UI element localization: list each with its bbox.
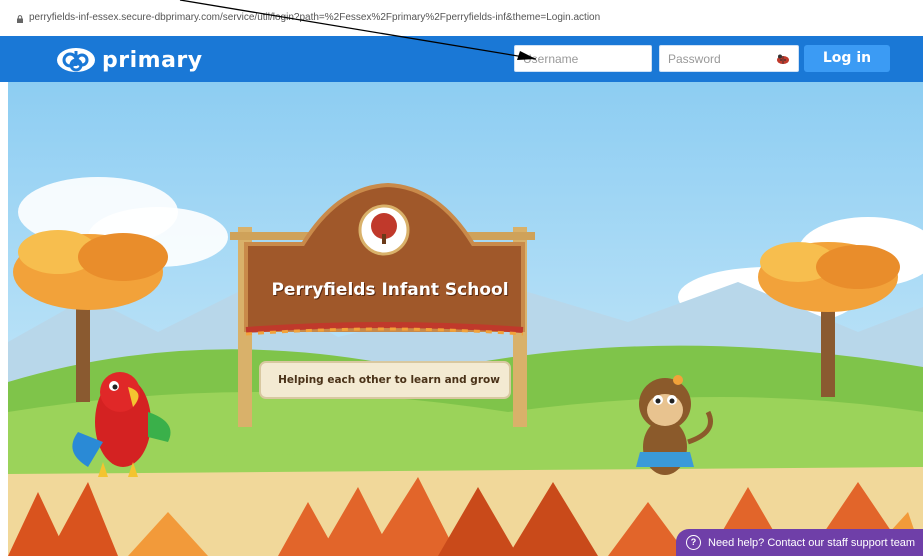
school-motto: Helping each other to learn and grow: [278, 374, 500, 386]
db-logo-icon: [57, 48, 95, 72]
ladybird-show-password-icon[interactable]: [776, 54, 790, 64]
login-background-scene: Perryfields Infant School Helping each o…: [8, 82, 923, 556]
top-navigation-bar: primary Username Password Log in: [0, 36, 923, 82]
lock-icon: [17, 15, 23, 23]
help-support-button[interactable]: ? Need help? Contact our staff support t…: [676, 529, 923, 556]
logo-text: primary: [102, 47, 203, 73]
help-text: Need help? Contact our staff support tea…: [708, 536, 916, 549]
login-button[interactable]: Log in: [804, 45, 890, 72]
dbprimary-logo[interactable]: primary: [56, 46, 203, 74]
question-icon: ?: [686, 535, 701, 550]
browser-url[interactable]: perryfields-inf-essex.secure-dbprimary.c…: [29, 12, 600, 23]
illustration-background: [8, 82, 923, 556]
school-name-sign: Perryfields Infant School: [271, 280, 509, 300]
browser-address-bar[interactable]: perryfields-inf-essex.secure-dbprimary.c…: [0, 0, 923, 37]
username-input[interactable]: Username: [514, 45, 652, 72]
